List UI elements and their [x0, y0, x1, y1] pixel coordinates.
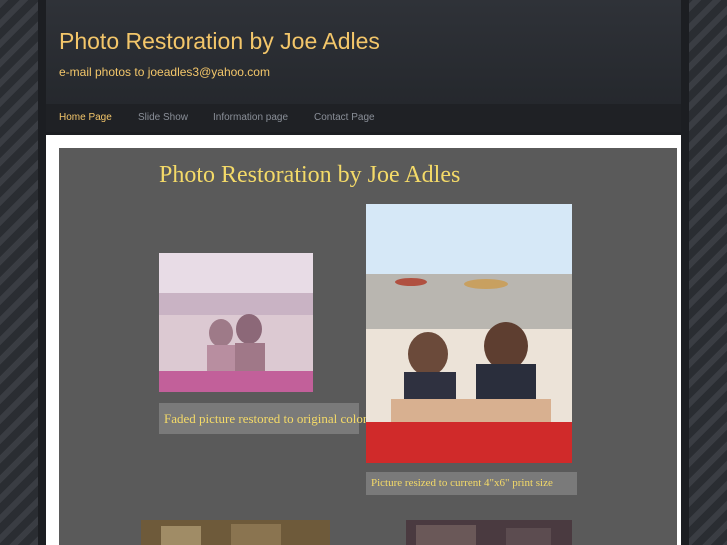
vintage-photo [406, 520, 572, 545]
sepia-photo [141, 520, 330, 545]
restored-photo [366, 204, 572, 463]
main-nav: Home Page Slide Show Information page Co… [46, 104, 681, 132]
nav-item-home-page[interactable]: Home Page [59, 112, 112, 123]
resized-caption: Picture resized to current 4"x6" print s… [366, 472, 577, 495]
site-title[interactable]: Photo Restoration by Joe Adles [59, 28, 380, 55]
content-area: Photo Restoration by Joe Adles Faded pic… [46, 135, 681, 545]
nav-item-slide-show[interactable]: Slide Show [138, 112, 188, 123]
nav-item-contact-page[interactable]: Contact Page [314, 112, 375, 123]
banner-title: Photo Restoration by Joe Adles [159, 162, 461, 188]
faded-caption: Faded picture restored to original color… [159, 403, 370, 434]
page-container: Photo Restoration by Joe Adles e-mail ph… [38, 0, 689, 545]
faded-photo [159, 253, 313, 392]
nav-item-information-page[interactable]: Information page [213, 112, 288, 123]
content-panel: Photo Restoration by Joe Adles Faded pic… [59, 148, 677, 545]
site-tagline: e-mail photos to joeadles3@yahoo.com [59, 65, 270, 79]
site-header: Photo Restoration by Joe Adles e-mail ph… [46, 0, 681, 104]
